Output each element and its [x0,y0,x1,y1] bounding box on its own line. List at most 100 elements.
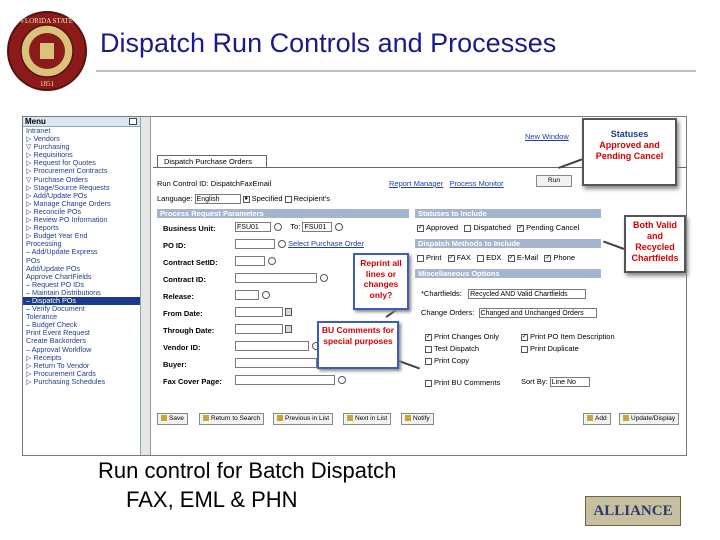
menu-item[interactable]: ▷ Procurement Contracts [23,167,140,175]
pending-cancel-label: Pending Cancel [526,223,580,232]
menu-item[interactable]: Print Event Request [23,329,140,337]
menu-item[interactable]: ▷ Purchasing Schedules [23,378,140,386]
menu-item[interactable]: – Verify Document [23,305,140,313]
menu-item[interactable]: Approve ChartFields [23,273,140,281]
lookup-icon[interactable] [274,223,282,232]
menu-item[interactable]: ▷ Procurement Cards [23,370,140,378]
lookup-icon[interactable] [268,257,276,266]
pending-cancel-checkbox[interactable]: ✓ [517,224,525,232]
language-select[interactable]: English [194,194,241,205]
menu-item[interactable]: Add/Update POs [23,265,140,273]
print-po-item-desc-checkbox[interactable]: ✓ [521,333,528,341]
specified-radio[interactable]: ● [242,195,250,203]
menu-item[interactable]: Tolerance [23,313,140,321]
fax-method-label: FAX [456,253,471,262]
contract-id-input[interactable] [235,273,317,284]
fax-method-checkbox[interactable]: ✓ [447,254,455,262]
select-purchase-order-link[interactable]: Select Purchase Order [288,239,364,248]
calendar-icon[interactable] [285,308,292,317]
print-bu-comments-checkbox[interactable] [425,379,432,387]
menu-item[interactable]: ▷ Return To Vendor [23,362,140,370]
save-button[interactable]: Save [157,413,188,425]
to-business-unit-input[interactable]: FSU01 [302,222,333,233]
contract-id-label: Contract ID: [163,275,206,284]
notify-button[interactable]: Notify [401,413,434,425]
print-method-checkbox[interactable] [417,254,424,262]
release-input[interactable] [235,290,259,301]
change-orders-select[interactable]: Changed and Unchanged Orders [478,308,597,319]
menu-item[interactable]: POs [23,257,140,265]
menu-item[interactable]: Create Backorders [23,337,140,345]
chartfields-select[interactable]: Recycled AND Valid Chartfields [468,289,587,300]
menu-scrollbar[interactable] [141,117,151,455]
menu-item[interactable]: ▽ Purchase Orders [23,176,140,184]
menu-item[interactable]: – Add/Update Express [23,248,140,256]
menu-item[interactable]: – Budget Check [23,321,140,329]
print-copy-checkbox[interactable] [425,357,432,365]
statuses-callout: Statuses Approved and Pending Cancel [582,118,677,186]
menu-item[interactable]: ▷ Requisitions [23,151,140,159]
lookup-icon[interactable] [278,240,286,249]
run-button[interactable]: Run [536,175,572,187]
approved-checkbox[interactable]: ✓ [417,224,424,232]
email-method-checkbox[interactable]: ✓ [507,254,515,262]
contract-setid-input[interactable] [235,256,265,267]
fax-cover-input[interactable] [235,375,335,386]
calendar-icon[interactable] [285,325,292,334]
test-dispatch-checkbox[interactable] [425,345,432,353]
lookup-icon[interactable] [338,376,346,385]
po-id-input[interactable] [235,239,275,250]
lookup-icon[interactable] [262,291,270,300]
new-window-link[interactable]: New Window [525,132,569,141]
update-display-button[interactable]: Update/Display [619,413,680,425]
menu-item[interactable]: ▷ Budget Year End [23,232,140,240]
recipients-radio[interactable] [284,195,292,203]
dispatched-checkbox[interactable] [464,224,472,232]
from-date-input[interactable] [235,307,283,318]
business-unit-input[interactable]: FSU01 [235,222,271,233]
menu-item[interactable]: ▷ Reconcile POs [23,208,140,216]
menu-item[interactable]: ▷ Request for Quotes [23,159,140,167]
statuses-row: ✓ Approved Dispatched ✓ Pending Cancel [417,223,579,232]
notify-label: Notify [413,415,430,422]
next-in-list-label: Next in List [355,415,388,422]
sort-by-select[interactable]: Line No [549,377,590,388]
return-to-search-button[interactable]: Return to Search [199,413,265,425]
menu-title: Menu [25,117,46,126]
previous-in-list-button[interactable]: Previous in List [273,413,334,425]
menu-item[interactable]: Processing [23,240,140,248]
lookup-icon[interactable] [320,274,328,283]
lookup-icon[interactable] [335,223,344,232]
menu-item[interactable]: ▷ Reports [23,224,140,232]
menu-item[interactable]: – Dispatch POs [23,296,140,306]
previous-in-list-label: Previous in List [285,415,330,422]
print-duplicate-checkbox[interactable] [521,345,528,353]
menu-item[interactable]: Intranet [23,127,140,135]
print-changes-only-checkbox[interactable]: ✓ [425,333,432,341]
through-date-input[interactable] [235,324,283,335]
report-manager-link[interactable]: Report Manager [389,179,443,188]
minimize-icon[interactable] [129,118,137,125]
menu-item[interactable]: – Request PO IDs [23,281,140,289]
menu-item[interactable]: ▷ Manage Change Orders [23,200,140,208]
update-display-label: Update/Display [631,415,676,422]
menu-item[interactable]: – Approval Workflow [23,346,140,354]
menu-item[interactable]: ▷ Add/Update POs [23,192,140,200]
menu-item[interactable]: ▽ Purchasing [23,143,140,151]
through-date-row [235,324,292,335]
buyer-input[interactable] [235,358,317,369]
menu-item[interactable]: ▷ Receipts [23,354,140,362]
from-date-row [235,307,292,318]
next-in-list-button[interactable]: Next in List [343,413,392,425]
vendor-id-input[interactable] [235,341,309,352]
menu-item[interactable]: ▷ Review PO Information [23,216,140,224]
phone-method-checkbox[interactable]: ✓ [544,254,552,262]
menu-item[interactable]: ▷ Stage/Source Requests [23,184,140,192]
tab-dispatch-purchase-orders[interactable]: Dispatch Purchase Orders [157,155,267,167]
menu-item[interactable]: ▷ Vendors [23,135,140,143]
menu-item[interactable]: – Maintain Distributions [23,289,140,297]
methods-row: Print ✓ FAX EDX ✓ E-Mail ✓ Phone [417,253,575,262]
process-monitor-link[interactable]: Process Monitor [449,179,503,188]
add-button[interactable]: Add [583,413,611,425]
edx-method-checkbox[interactable] [477,254,485,262]
